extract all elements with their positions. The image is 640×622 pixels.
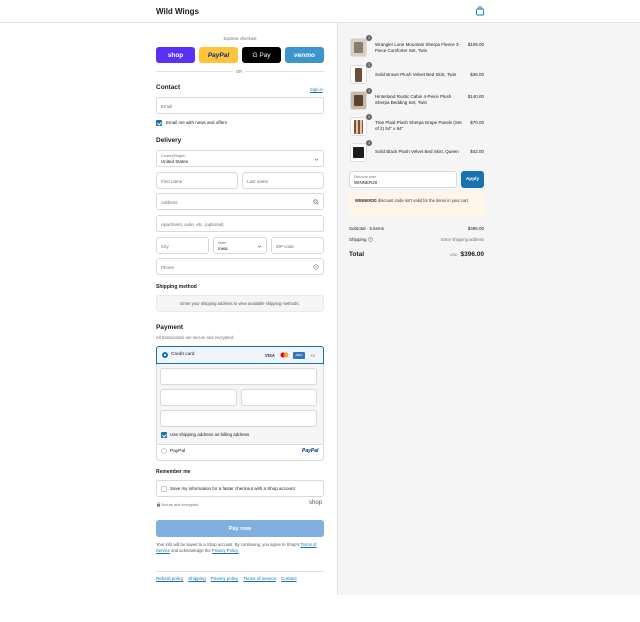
credit-card-radio[interactable] (162, 352, 168, 358)
venmo-button[interactable]: venmo (285, 47, 324, 63)
city-field[interactable]: City (156, 237, 209, 254)
expiration-field[interactable] (160, 389, 237, 406)
footer-contact[interactable]: Contact (281, 576, 297, 581)
shipping-value: Enter shipping address (441, 237, 484, 242)
footer-privacy-policy[interactable]: Privacy policy (211, 576, 239, 581)
card-number-field[interactable] (160, 368, 317, 385)
billing-checkbox[interactable] (161, 432, 167, 438)
save-info-label: Save my information for a faster checkou… (170, 486, 295, 491)
header: Wild Wings (0, 0, 640, 23)
save-info-checkbox[interactable] (161, 486, 167, 492)
news-checkbox[interactable] (156, 120, 162, 126)
google-pay-button[interactable]: G Pay (242, 47, 281, 63)
security-code-field[interactable] (241, 389, 317, 406)
footer-refund-policy[interactable]: Refund policy (156, 576, 183, 581)
payment-title: Payment (156, 324, 184, 331)
chevron-down-icon (314, 158, 319, 161)
product-thumbnail (350, 38, 367, 57)
delivery-title: Delivery (156, 137, 182, 144)
divider (156, 444, 324, 445)
quantity-badge: 1 (366, 140, 372, 146)
help-circle-icon[interactable]: ? (313, 264, 319, 270)
product-price: $42.00 (470, 149, 484, 154)
currency-code: USD (450, 253, 458, 257)
apply-button[interactable]: Apply (461, 171, 484, 188)
quantity-badge: 1 (366, 88, 372, 94)
secure-label: Secure and encrypted (161, 503, 199, 507)
product-name: Solid Black Plush Velvet Bed Skirt, Quee… (375, 149, 459, 154)
subtotal-label: Subtotal · 5 items (349, 226, 385, 231)
or-separator: OR (233, 69, 246, 74)
chevron-down-icon (257, 245, 262, 248)
search-icon (313, 199, 319, 205)
divider (156, 571, 324, 572)
product-price: $108.00 (467, 42, 484, 47)
subtotal-value: $396.00 (467, 226, 484, 231)
product-thumbnail (350, 91, 367, 110)
legal-text: Your info will be saved to a Shop accoun… (156, 542, 317, 553)
discount-code-field[interactable]: Discount code WINNER20 (349, 171, 457, 188)
phone-field[interactable]: Phone ? (156, 258, 324, 275)
discount-error-message: WINNER20 discount code isn't valid for t… (349, 193, 484, 217)
order-summary-panel (337, 23, 640, 595)
svg-text:?: ? (315, 265, 317, 269)
remember-me-title: Remember me (156, 469, 191, 475)
amex-icon: AMEX (293, 351, 305, 359)
shipping-message: Enter your shipping address to view avai… (156, 295, 324, 312)
total-label: Total (349, 251, 365, 258)
quantity-badge: 1 (366, 35, 372, 41)
quantity-badge: 1 (366, 114, 372, 120)
mastercard-icon (280, 352, 289, 358)
apartment-field[interactable]: Apartment, suite, etc. (optional) (156, 215, 324, 232)
visa-icon: VISA (265, 352, 275, 358)
shop-pay-button[interactable]: shop (156, 47, 195, 63)
pay-now-button[interactable]: Pay now (156, 520, 324, 537)
product-name: Solid Brown Plush Velvet Bed Skirt, Twin (375, 72, 457, 77)
total-value: $396.00 (460, 251, 485, 258)
billing-label: Use shipping address as billing address (170, 432, 250, 437)
last-name-field[interactable]: Last name (242, 172, 324, 189)
footer-terms-of-service[interactable]: Terms of service (243, 576, 276, 581)
news-label: Email me with news and offers (166, 120, 227, 125)
contact-title: Contact (156, 84, 181, 91)
address-field[interactable]: Address (156, 193, 324, 210)
privacy-link[interactable]: Privacy Policy. (212, 548, 239, 553)
product-name: Hinterland Rustic Cabin 4-Piece Plush Sh… (375, 94, 452, 106)
shipping-method-title: Shipping method (156, 284, 197, 290)
product-thumbnail (350, 65, 367, 84)
paypal-express-button[interactable]: PayPal (199, 47, 238, 63)
state-select[interactable]: State Iowa (213, 237, 267, 254)
paypal-option-label[interactable]: PayPal (170, 449, 185, 454)
sign-in-link[interactable]: Sign in (310, 87, 323, 92)
email-field[interactable]: Email (156, 97, 324, 114)
credit-card-option[interactable]: Credit card VISA AMEX +3 (156, 346, 324, 364)
zip-field[interactable]: ZIP code (271, 237, 324, 254)
product-price: $70.00 (470, 120, 484, 125)
more-cards-badge: +3 (310, 352, 315, 358)
help-circle-icon[interactable]: ? (368, 237, 373, 242)
name-on-card-field[interactable] (160, 410, 317, 427)
brand-logo[interactable]: Wild Wings (156, 7, 199, 16)
first-name-field[interactable]: First name (156, 172, 238, 189)
shipping-label: Shipping (349, 237, 367, 242)
footer-shipping[interactable]: Shipping (188, 576, 206, 581)
product-thumbnail (350, 117, 367, 136)
product-thumbnail (350, 143, 367, 162)
express-checkout-label: Express checkout (223, 36, 257, 41)
shop-logo: shop (309, 500, 323, 506)
paypal-logo: PayPal (302, 448, 319, 454)
product-price: $36.00 (470, 72, 484, 77)
product-name: Tree Plaid Plush Sherpa Drape Panels (Se… (375, 120, 462, 132)
product-price: $140.00 (467, 94, 484, 99)
svg-text:?: ? (370, 238, 372, 242)
payment-subtitle: All transactions are secure and encrypte… (156, 335, 235, 340)
shopping-bag-icon[interactable] (475, 6, 485, 16)
quantity-badge: 1 (366, 62, 372, 68)
footer-links: Refund policy Shipping Privacy policy Terms… (156, 576, 302, 582)
paypal-radio[interactable] (161, 448, 167, 454)
country-select[interactable]: Country/Region United States (156, 150, 324, 167)
product-name: Wrangler Lone Mountain Sherpa Fleece 3-P… (375, 42, 460, 54)
